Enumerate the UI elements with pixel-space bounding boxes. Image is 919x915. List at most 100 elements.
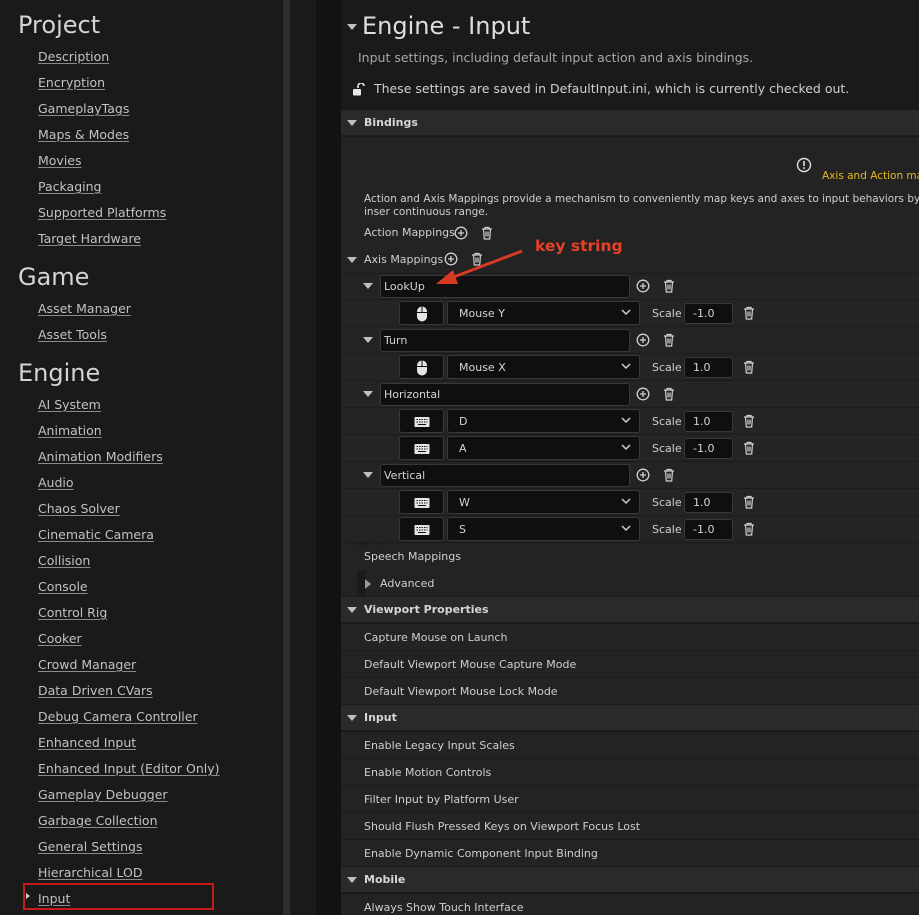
scale-field[interactable]: -1.0 <box>684 438 733 459</box>
axis-collapse-icon[interactable] <box>363 472 373 478</box>
panel-gutter <box>316 0 341 915</box>
nav-general-settings[interactable]: General Settings <box>38 838 143 856</box>
key-device-button[interactable] <box>399 301 444 325</box>
keyboard-icon <box>414 498 430 508</box>
key-device-button[interactable] <box>399 355 444 379</box>
nav-control-rig[interactable]: Control Rig <box>38 604 107 622</box>
nav-animation-modifiers[interactable]: Animation Modifiers <box>38 448 163 466</box>
nav-gameplay-debugger[interactable]: Gameplay Debugger <box>38 786 168 804</box>
nav-supported-platforms[interactable]: Supported Platforms <box>38 204 166 222</box>
key-select[interactable]: W <box>447 490 640 514</box>
settings-details-panel: Engine - Input Input settings, including… <box>341 0 919 915</box>
scale-label: Scale <box>652 307 682 320</box>
nav-packaging[interactable]: Packaging <box>38 178 101 196</box>
nav-asset-tools[interactable]: Asset Tools <box>38 326 107 344</box>
nav-console[interactable]: Console <box>38 578 88 596</box>
remove-axis-trash-icon[interactable] <box>662 468 676 482</box>
scale-label: Scale <box>652 496 682 509</box>
nav-enhanced-input[interactable]: Enhanced Input <box>38 734 136 752</box>
key-select-value: D <box>459 415 468 428</box>
nav-maps-modes[interactable]: Maps & Modes <box>38 126 129 144</box>
remove-key-trash-icon[interactable] <box>742 360 756 374</box>
setting-row[interactable]: Always Show Touch Interface <box>341 894 919 915</box>
nav-chaos-solver[interactable]: Chaos Solver <box>38 500 120 518</box>
advanced-row[interactable]: Advanced <box>341 570 919 597</box>
mouse-icon <box>417 360 427 376</box>
key-device-button[interactable] <box>399 517 444 541</box>
key-select[interactable]: S <box>447 517 640 541</box>
key-select-value: A <box>459 442 467 455</box>
key-select[interactable]: Mouse X <box>447 355 640 379</box>
key-device-button[interactable] <box>399 409 444 433</box>
keyboard-icon <box>414 525 430 535</box>
key-select[interactable]: A <box>447 436 640 460</box>
nav-encryption[interactable]: Encryption <box>38 74 105 92</box>
key-select-value: Mouse Y <box>459 307 505 320</box>
nav-data-driven-cvars[interactable]: Data Driven CVars <box>38 682 153 700</box>
chevron-down-icon <box>621 525 631 532</box>
axis-name-field[interactable]: Vertical <box>380 464 630 487</box>
nav-collision[interactable]: Collision <box>38 552 90 570</box>
scale-field[interactable]: 1.0 <box>684 357 733 378</box>
section-mobile[interactable]: Mobile <box>341 867 919 893</box>
setting-row[interactable]: Enable Legacy Input Scales <box>341 732 919 759</box>
remove-key-trash-icon[interactable] <box>742 306 756 320</box>
nav-ai-system[interactable]: AI System <box>38 396 101 414</box>
remove-axis-trash-icon[interactable] <box>662 333 676 347</box>
nav-enhanced-input-editor[interactable]: Enhanced Input (Editor Only) <box>38 760 220 778</box>
section-input[interactable]: Input <box>341 705 919 731</box>
nav-cooker[interactable]: Cooker <box>38 630 82 648</box>
remove-key-trash-icon[interactable] <box>742 414 756 428</box>
key-select-value: W <box>459 496 470 509</box>
nav-description[interactable]: Description <box>38 48 109 66</box>
nav-crowd-manager[interactable]: Crowd Manager <box>38 656 136 674</box>
keyboard-icon <box>414 444 430 454</box>
key-device-button[interactable] <box>399 490 444 514</box>
key-select[interactable]: Mouse Y <box>447 301 640 325</box>
scale-field[interactable]: -1.0 <box>684 303 733 324</box>
nav-audio[interactable]: Audio <box>38 474 74 492</box>
axis-collapse-icon[interactable] <box>363 337 373 343</box>
nav-gameplaytags[interactable]: GameplayTags <box>38 100 129 118</box>
mouse-icon <box>417 306 427 322</box>
add-key-plus-icon[interactable] <box>636 387 650 401</box>
chevron-down-icon <box>621 498 631 505</box>
scale-label: Scale <box>652 361 682 374</box>
nav-hierarchical-lod[interactable]: Hierarchical LOD <box>38 864 142 882</box>
remove-key-trash-icon[interactable] <box>742 495 756 509</box>
nav-asset-manager[interactable]: Asset Manager <box>38 300 131 318</box>
remove-key-trash-icon[interactable] <box>742 441 756 455</box>
category-engine: Engine <box>18 359 101 387</box>
setting-row[interactable]: Enable Dynamic Component Input Binding <box>341 840 919 867</box>
selected-item-highlight <box>23 883 214 910</box>
setting-row[interactable]: Capture Mouse on Launch <box>341 624 919 651</box>
key-select[interactable]: D <box>447 409 640 433</box>
scale-field[interactable]: 1.0 <box>684 492 733 513</box>
scale-field[interactable]: 1.0 <box>684 411 733 432</box>
nav-movies[interactable]: Movies <box>38 152 82 170</box>
axis-name-field[interactable]: Horizontal <box>380 383 630 406</box>
nav-animation[interactable]: Animation <box>38 422 102 440</box>
nav-cinematic-camera[interactable]: Cinematic Camera <box>38 526 154 544</box>
setting-row[interactable]: Should Flush Pressed Keys on Viewport Fo… <box>341 813 919 840</box>
remove-key-trash-icon[interactable] <box>742 522 756 536</box>
remove-axis-trash-icon[interactable] <box>662 387 676 401</box>
axis-collapse-icon[interactable] <box>363 391 373 397</box>
setting-row[interactable]: Default Viewport Mouse Capture Mode <box>341 651 919 678</box>
section-viewport-properties[interactable]: Viewport Properties <box>341 597 919 623</box>
nav-target-hardware[interactable]: Target Hardware <box>38 230 141 248</box>
annotation-arrow-icon <box>436 249 523 284</box>
panel-splitter[interactable] <box>283 0 290 915</box>
nav-garbage-collection[interactable]: Garbage Collection <box>38 812 158 830</box>
axis-name-field[interactable]: Turn <box>380 329 630 352</box>
setting-row[interactable]: Default Viewport Mouse Lock Mode <box>341 678 919 705</box>
key-device-button[interactable] <box>399 436 444 460</box>
nav-debug-camera-controller[interactable]: Debug Camera Controller <box>38 708 198 726</box>
chevron-down-icon <box>621 309 631 316</box>
add-key-plus-icon[interactable] <box>636 468 650 482</box>
setting-row[interactable]: Enable Motion Controls <box>341 759 919 786</box>
scale-field[interactable]: -1.0 <box>684 519 733 540</box>
chevron-down-icon <box>621 417 631 424</box>
add-key-plus-icon[interactable] <box>636 333 650 347</box>
setting-row[interactable]: Filter Input by Platform User <box>341 786 919 813</box>
